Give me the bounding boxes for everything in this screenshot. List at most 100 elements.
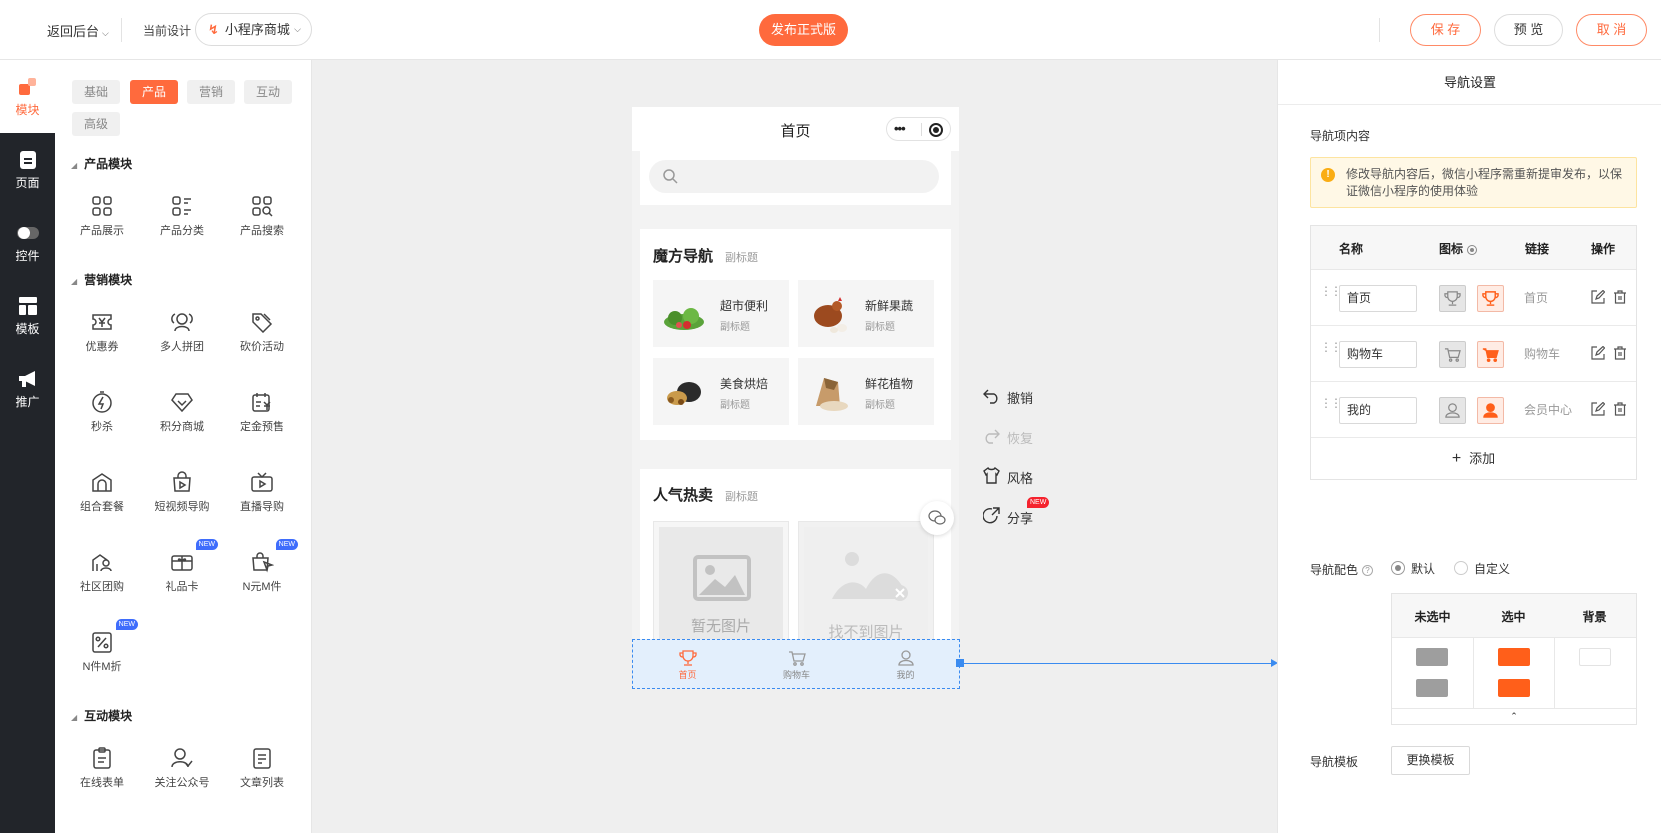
module-combo[interactable]: 组合套餐	[62, 462, 142, 522]
table-header: 名称 图标 链接 操作	[1311, 226, 1636, 270]
module-community[interactable]: 社区团购	[62, 542, 142, 602]
hot-sale-title: 人气热卖	[653, 487, 714, 504]
edit-icon[interactable]	[1591, 402, 1605, 416]
unselected-text-color-swatch[interactable]	[1416, 679, 1448, 697]
selected-text-color-swatch[interactable]	[1498, 679, 1530, 697]
new-badge: NEW	[195, 539, 218, 550]
grid-search-icon	[252, 196, 273, 217]
unselected-icon-picker[interactable]	[1439, 341, 1466, 368]
module-coupon[interactable]: 优惠券	[62, 302, 142, 362]
tab-basic[interactable]: 基础	[72, 80, 120, 104]
nav-name-input[interactable]: 购物车	[1339, 341, 1417, 368]
magic-nav-cell[interactable]: 鲜花植物 副标题	[798, 358, 934, 425]
module-label: 秒杀	[91, 421, 113, 433]
nav-item-template[interactable]: 模板	[0, 279, 55, 352]
drag-handle-icon[interactable]: ⋮⋮	[1320, 285, 1342, 297]
search-bar[interactable]	[649, 160, 939, 193]
module-product-display[interactable]: 产品展示	[62, 186, 142, 246]
module-follow-account[interactable]: 关注公众号	[142, 738, 222, 798]
collapse-button[interactable]: ⌃	[1392, 708, 1636, 724]
nav-item-page[interactable]: 页面	[0, 133, 55, 206]
module-presale[interactable]: 定金预售	[222, 382, 302, 442]
edit-icon[interactable]	[1591, 346, 1605, 360]
back-to-admin-button[interactable]: 返回后台 ⌵	[47, 21, 109, 40]
tab-advanced[interactable]: 高级	[72, 112, 120, 136]
wechat-share-button[interactable]	[920, 501, 954, 535]
module-flash-sale[interactable]: 秒杀	[62, 382, 142, 442]
save-button[interactable]: 保 存	[1410, 14, 1481, 46]
delete-icon[interactable]	[1613, 346, 1627, 360]
nav-item-modules[interactable]: 模块	[0, 60, 55, 133]
section-header-interaction[interactable]: ◢ 互动模块	[71, 707, 132, 724]
module-product-search[interactable]: 产品搜索	[222, 186, 302, 246]
preview-button[interactable]: 预 览	[1494, 14, 1563, 46]
delete-icon[interactable]	[1613, 402, 1627, 416]
cancel-button[interactable]: 取 消	[1576, 14, 1647, 46]
undo-label: 撤销	[1007, 391, 1034, 406]
section-header-marketing[interactable]: ◢ 营销模块	[71, 271, 132, 288]
module-product-category[interactable]: 产品分类	[142, 186, 222, 246]
module-bargain[interactable]: 砍价活动	[222, 302, 302, 362]
edit-icon[interactable]	[1591, 290, 1605, 304]
section-header-product[interactable]: ◢ 产品模块	[71, 155, 132, 172]
selected-icon-color-swatch[interactable]	[1498, 648, 1530, 666]
selected-icon-picker[interactable]	[1477, 341, 1504, 368]
radio-icon	[1454, 561, 1468, 575]
tab-bar-item-mine[interactable]: 我的	[851, 640, 960, 690]
tab-interaction[interactable]: 互动	[244, 80, 292, 104]
magic-nav-cell[interactable]: 超市便利 副标题	[653, 280, 789, 347]
nav-name-input[interactable]: 首页	[1339, 285, 1417, 312]
selected-icon-picker[interactable]	[1477, 397, 1504, 424]
magic-nav-cell[interactable]: 美食烘焙 副标题	[653, 358, 789, 425]
nav-link[interactable]: 购物车	[1524, 345, 1560, 362]
nav-item-controls[interactable]: 控件	[0, 206, 55, 279]
tab-marketing[interactable]: 营销	[187, 80, 235, 104]
help-icon[interactable]: ?	[1362, 565, 1374, 577]
nav-item-promote[interactable]: 推广	[0, 352, 55, 425]
unselected-icon-picker[interactable]	[1439, 285, 1466, 312]
add-nav-item-button[interactable]: + 添加	[1311, 438, 1636, 479]
module-article-list[interactable]: 文章列表	[222, 738, 302, 798]
radio-label: 默认	[1411, 562, 1436, 576]
tab-bar-item-home[interactable]: 首页	[633, 640, 742, 690]
publish-button[interactable]: 发布正式版	[759, 14, 848, 46]
design-select[interactable]: ↯ 小程序商城 ⌵	[195, 13, 312, 46]
nav-link[interactable]: 首页	[1524, 289, 1548, 306]
background-color-swatch[interactable]	[1579, 648, 1611, 666]
module-n-yuan-m-items[interactable]: NEW N元M件	[222, 539, 302, 602]
wechat-icon	[928, 510, 946, 525]
module-group-buy[interactable]: 多人拼团	[142, 302, 222, 362]
nav-link[interactable]: 会员中心	[1524, 401, 1572, 418]
unselected-icon-picker[interactable]	[1439, 397, 1466, 424]
nav-name-input[interactable]: 我的	[1339, 397, 1417, 424]
hot-sale-module[interactable]: 人气热卖 副标题 暂无图片 找不到图片	[640, 469, 951, 640]
column-divider	[1554, 638, 1555, 708]
unselected-icon-color-swatch[interactable]	[1416, 648, 1448, 666]
tab-bar-item-cart[interactable]: 购物车	[742, 640, 851, 690]
tab-product[interactable]: 产品	[130, 80, 178, 104]
bag-cursor-icon	[252, 552, 274, 573]
icon-setting-icon[interactable]	[1467, 244, 1478, 255]
panel-title: 导航设置	[1278, 60, 1661, 105]
drag-handle-icon[interactable]: ⋮⋮	[1320, 341, 1342, 353]
magic-nav-module[interactable]: 魔方导航 副标题 超市便利 副标题 新鲜果蔬 副标题 美食烘焙 副标题 鲜花植物…	[640, 229, 951, 440]
module-short-video[interactable]: 短视频导购	[142, 462, 222, 522]
selected-icon-picker[interactable]	[1477, 285, 1504, 312]
link-icon: ↯	[208, 22, 219, 37]
module-gift-card[interactable]: NEW 礼品卡	[142, 539, 222, 602]
module-online-form[interactable]: 在线表单	[62, 738, 142, 798]
search-module[interactable]	[640, 151, 951, 205]
change-template-button[interactable]: 更换模板	[1391, 746, 1470, 775]
module-live[interactable]: 直播导购	[222, 462, 302, 522]
mini-program-capsule[interactable]: •••	[886, 117, 951, 141]
product-card[interactable]: 暂无图片	[653, 521, 789, 640]
module-points-mall[interactable]: 积分商城	[142, 382, 222, 442]
drag-handle-icon[interactable]: ⋮⋮	[1320, 397, 1342, 409]
module-n-items-m-discount[interactable]: NEW N件M折	[62, 619, 142, 682]
nav-color-table: 未选中 选中 背景 ⌃	[1391, 593, 1637, 725]
phone-tab-bar[interactable]: 首页 购物车 我的	[632, 639, 960, 689]
product-card[interactable]: 找不到图片	[798, 521, 934, 640]
module-label: 社区团购	[80, 581, 124, 593]
delete-icon[interactable]	[1613, 290, 1627, 304]
magic-nav-cell[interactable]: 新鲜果蔬 副标题	[798, 280, 934, 347]
